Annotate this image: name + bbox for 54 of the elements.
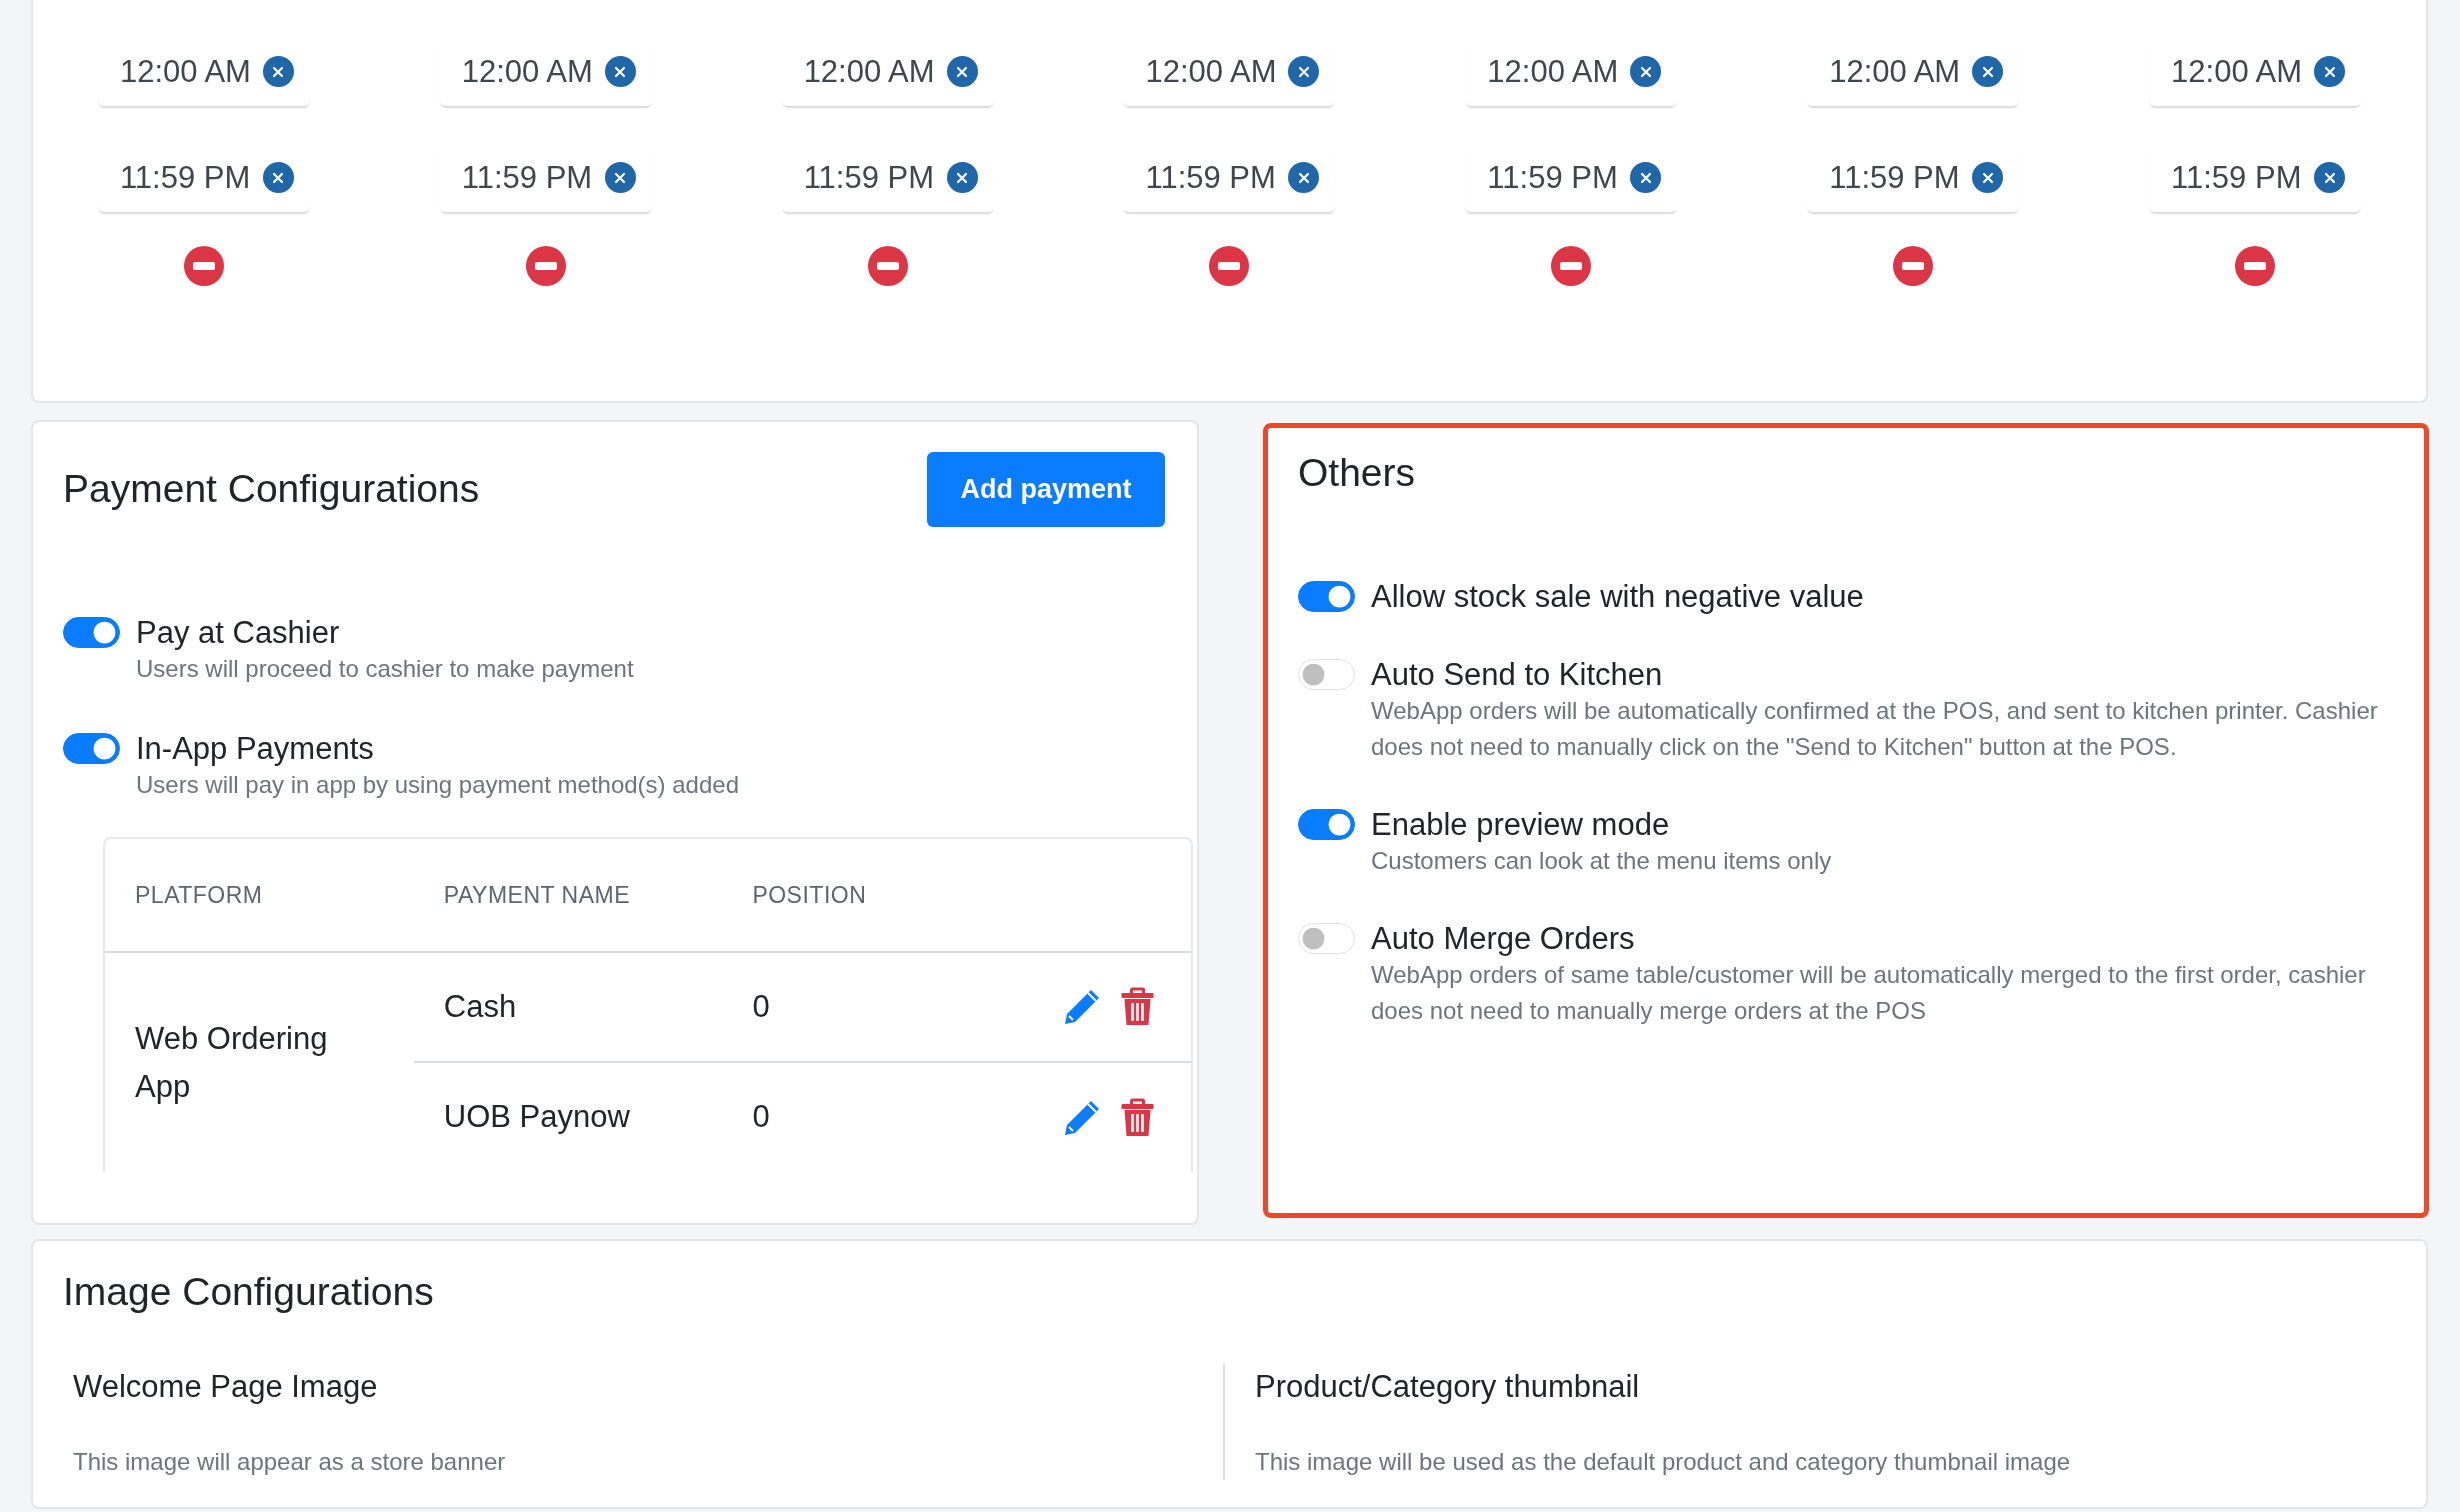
toggle-switch[interactable] (63, 617, 120, 648)
time-field[interactable]: 11:59 PM (1807, 144, 2020, 212)
option-description: Users will pay in app by using payment method(s) added (136, 770, 739, 800)
option-label: Auto Merge Orders (1371, 920, 1636, 957)
remove-icon[interactable] (2235, 246, 2276, 286)
remove-icon[interactable] (1551, 246, 1592, 286)
remove-icon[interactable] (183, 246, 224, 286)
remove-icon[interactable] (525, 246, 566, 286)
remove-icon[interactable] (1893, 246, 1934, 286)
card-title: Others (1298, 450, 1417, 496)
time-field[interactable]: 12:00 AM (1807, 38, 2020, 106)
card-title: Image Configurations (63, 1269, 435, 1315)
toggle-switch[interactable] (63, 733, 120, 764)
option-description: WebApp orders will be automatically confirmed at the POS, and sent to kitchen printer. Cashier does not need to manually click on the "Send to Kitchen" button at the POS. (1371, 695, 2379, 762)
option-label: Auto Send to Kitchen (1371, 656, 1664, 693)
column-header: POSITION (722, 839, 1031, 952)
table-cell: UOB Paynow (413, 1062, 723, 1172)
toggle-switch[interactable] (1298, 808, 1355, 840)
option-label: In-App Payments (136, 731, 375, 767)
option-label: Enable preview mode (1371, 806, 1671, 843)
option-description: Customers can look at the menu items only (1371, 845, 1832, 876)
time-field[interactable]: 12:00 AM (2149, 38, 2362, 106)
card-title: Payment Configurations (63, 466, 480, 513)
section-description: This image will be used as the default product and category thumbnail image (1255, 1447, 2072, 1478)
option-label: Allow stock sale with negative value (1371, 578, 1864, 615)
time-field[interactable]: 12:00 AM (1123, 38, 1336, 106)
section-title: Welcome Page Image (73, 1367, 379, 1406)
option-description: Users will proceed to cashier to make payment (136, 654, 634, 684)
table-cell: 0 (722, 952, 1031, 1062)
option-description: WebApp orders of same table/customer will be automatically merged to the first order, cashier does not need to manually merge orders at the POS (1371, 959, 2367, 1026)
trash-icon[interactable] (1119, 1097, 1156, 1138)
section-description: This image will appear as a store banner (73, 1447, 507, 1478)
table-cell: Web Ordering App (105, 952, 414, 1172)
time-field[interactable]: 11:59 PM (1123, 144, 1336, 212)
add-payment-button[interactable]: Add payment (927, 452, 1165, 527)
remove-icon[interactable] (1209, 246, 1250, 286)
remove-icon[interactable] (867, 246, 908, 286)
table-cell: 0 (722, 1062, 1031, 1172)
time-field[interactable]: 11:59 PM (1465, 144, 1678, 212)
time-field[interactable]: 11:59 PM (97, 144, 310, 212)
section-title: Product/Category thumbnail (1255, 1367, 1641, 1406)
trash-icon[interactable] (1119, 987, 1156, 1027)
time-field[interactable]: 12:00 AM (97, 38, 310, 106)
time-field[interactable]: 12:00 AM (781, 38, 994, 106)
time-field[interactable]: 12:00 AM (439, 38, 652, 106)
time-field[interactable]: 11:59 PM (2149, 144, 2362, 212)
time-field[interactable]: 11:59 PM (781, 144, 994, 212)
time-field[interactable]: 12:00 AM (1465, 38, 1678, 106)
toggle-switch[interactable] (1298, 580, 1355, 612)
option-label: Pay at Cashier (136, 615, 341, 651)
column-header: PAYMENT NAME (413, 839, 723, 952)
time-field[interactable]: 11:59 PM (439, 144, 652, 212)
table-cell: Cash (413, 952, 723, 1062)
column-header: PLATFORM (105, 839, 414, 952)
